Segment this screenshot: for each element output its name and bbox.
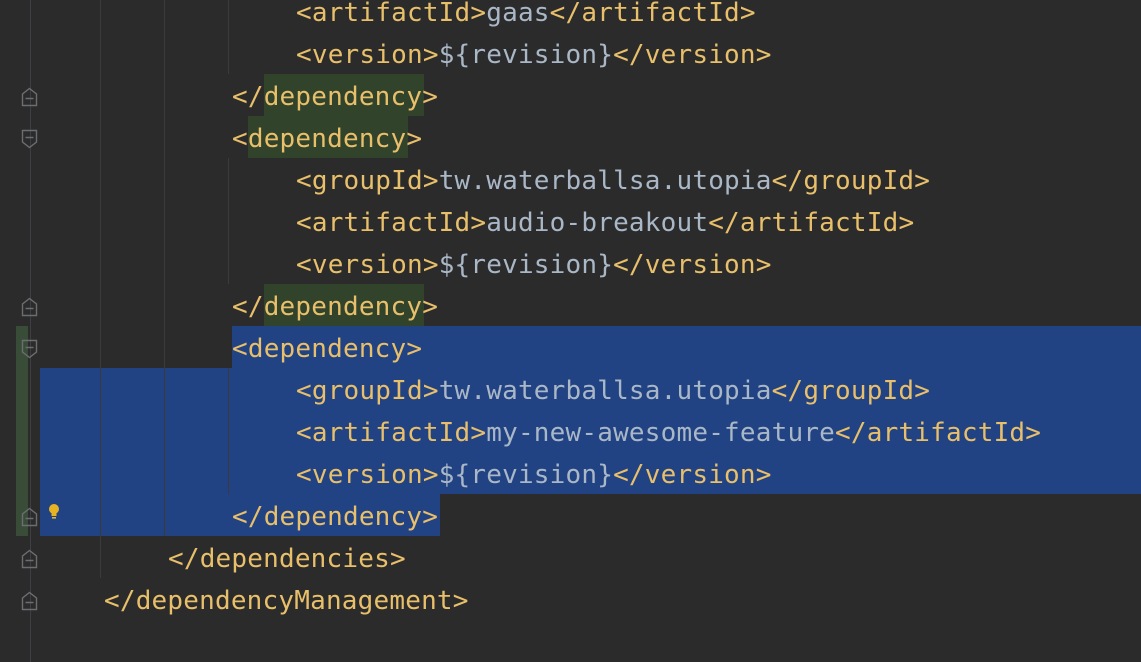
intention-bulb-icon[interactable] (47, 503, 61, 521)
xml-open-tag: <artifactId> (296, 0, 487, 28)
indent-guide (228, 368, 229, 494)
code-line[interactable]: <version>${revision}</version> (296, 34, 772, 76)
fold-end-icon[interactable] (21, 549, 38, 569)
xml-close-tag: </artifactId> (835, 418, 1042, 448)
xml-open-tag: </dependency> (232, 502, 439, 532)
xml-close-tag: </artifactId> (708, 208, 915, 238)
xml-text: gaas (486, 0, 550, 28)
fold-end-icon[interactable] (21, 591, 38, 611)
fold-start-icon[interactable] (21, 339, 38, 359)
fold-end-icon[interactable] (21, 507, 38, 527)
xml-close-tag: </groupId> (771, 376, 931, 406)
xml-open-tag: <dependency> (232, 334, 423, 364)
code-line[interactable]: <artifactId>my-new-awesome-feature</arti… (296, 412, 1041, 454)
indent-guide (164, 0, 165, 536)
code-line[interactable]: <groupId>tw.waterballsa.utopia</groupId> (296, 370, 930, 412)
code-line[interactable]: <dependency> (232, 328, 422, 370)
xml-open-tag: <dependency> (232, 124, 423, 154)
xml-open-tag: </dependency> (232, 82, 439, 112)
indent-guide (228, 0, 229, 74)
indent-guide (100, 0, 101, 578)
code-line[interactable]: </dependencies> (168, 538, 406, 580)
code-line[interactable]: </dependencyManagement> (104, 580, 469, 622)
code-line[interactable]: <dependency> (232, 118, 422, 160)
xml-text: my-new-awesome-feature (486, 418, 836, 448)
code-line[interactable]: <artifactId>audio-breakout</artifactId> (296, 202, 914, 244)
xml-open-tag: <groupId> (296, 376, 439, 406)
code-line[interactable]: </dependency> (232, 76, 438, 118)
xml-text: ${revision} (438, 460, 614, 490)
code-editor[interactable]: <artifactId>gaas</artifactId> <version>${… (0, 0, 1141, 662)
code-line[interactable]: <version>${revision}</version> (296, 244, 772, 286)
code-line[interactable]: <version>${revision}</version> (296, 454, 772, 496)
fold-start-icon[interactable] (21, 129, 38, 149)
xml-open-tag: <artifactId> (296, 208, 487, 238)
xml-text: audio-breakout (486, 208, 709, 238)
fold-end-icon[interactable] (21, 297, 38, 317)
xml-open-tag: <version> (296, 460, 439, 490)
xml-open-tag: <version> (296, 40, 439, 70)
xml-close-tag: </version> (613, 460, 772, 490)
xml-text: tw.waterballsa.utopia (438, 166, 772, 196)
xml-text: ${revision} (438, 40, 614, 70)
indent-guide (228, 158, 229, 284)
code-line[interactable]: <artifactId>gaas</artifactId> (296, 0, 756, 34)
xml-text: tw.waterballsa.utopia (438, 376, 772, 406)
xml-close-tag: </version> (613, 40, 772, 70)
code-line[interactable]: </dependency> (232, 286, 438, 328)
xml-open-tag: </dependency> (232, 292, 439, 322)
xml-open-tag: <version> (296, 250, 439, 280)
code-line[interactable]: </dependency> (232, 496, 438, 538)
xml-text: ${revision} (438, 250, 614, 280)
xml-close-tag: </artifactId> (549, 0, 756, 28)
xml-close-tag: </groupId> (771, 166, 931, 196)
xml-open-tag: </dependencies> (168, 544, 406, 574)
fold-end-icon[interactable] (21, 87, 38, 107)
xml-close-tag: </version> (613, 250, 772, 280)
code-line[interactable]: <groupId>tw.waterballsa.utopia</groupId> (296, 160, 930, 202)
xml-open-tag: </dependencyManagement> (104, 586, 469, 616)
xml-open-tag: <artifactId> (296, 418, 487, 448)
xml-open-tag: <groupId> (296, 166, 439, 196)
